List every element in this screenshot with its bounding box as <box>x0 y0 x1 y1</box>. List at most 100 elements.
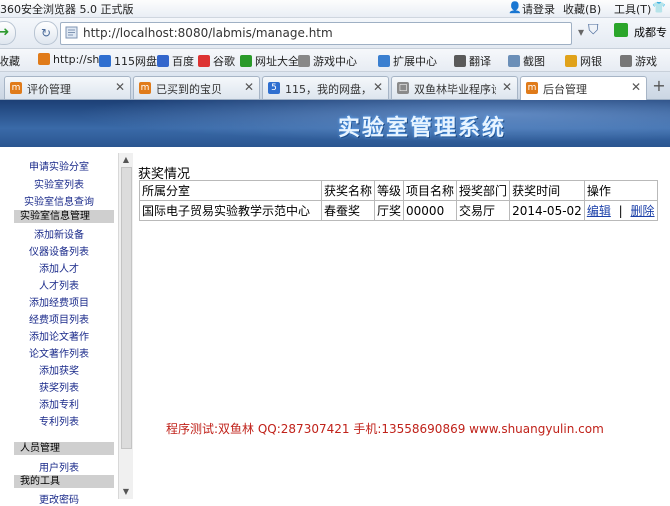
tab-favicon-icon: □ <box>397 82 409 94</box>
section-personnel[interactable]: 人员管理 <box>14 442 114 455</box>
close-icon[interactable]: ✕ <box>244 80 254 94</box>
footer-credit: 程序测试:双鱼林 QQ:287307421 手机:13558690869 www… <box>166 422 604 436</box>
dropdown-icon[interactable]: ▾ <box>578 25 584 39</box>
page-banner: 实验室管理系统 <box>0 100 670 147</box>
delete-link[interactable]: 删除 <box>631 204 655 218</box>
bookmark-icon <box>240 55 252 67</box>
games-button[interactable]: 游戏 <box>620 53 657 69</box>
tab-admin[interactable]: m 后台管理 ✕ <box>520 76 647 100</box>
nav-add-talent[interactable]: 添加人才 <box>0 260 118 275</box>
bookmark-icon <box>157 55 169 67</box>
login-link[interactable]: 请登录 <box>522 1 555 17</box>
user-icon[interactable]: 👤 <box>508 1 522 14</box>
bookmark-sh[interactable]: http://sh <box>38 53 99 66</box>
banner-glow <box>0 100 670 147</box>
url-text: http://localhost:8080/labmis/manage.htm <box>83 26 333 40</box>
scissors-icon <box>508 55 520 67</box>
column-header: 项目名称 <box>403 180 458 201</box>
bookmark-label: http://sh <box>53 53 100 66</box>
nav-apply-lab[interactable]: 申请实验分室 <box>0 158 118 173</box>
bookmark-label: 网址大全 <box>255 55 299 68</box>
tab-bar: m 评价管理 ✕ m 已买到的宝贝 ✕ 5 115，我的网盘，... ✕ □ 双… <box>0 72 670 100</box>
translate-icon <box>454 55 466 67</box>
bookmarks-bar: 收藏 http://sh 115网盘 百度 谷歌 网址大全 游戏中心 扩展中心 … <box>0 49 670 72</box>
nav-add-paper[interactable]: 添加论文著作 <box>0 328 118 343</box>
column-header: 获奖名称 <box>320 180 376 201</box>
bookmark-115[interactable]: 115网盘 <box>99 53 157 69</box>
nav-add-patent[interactable]: 添加专利 <box>0 396 118 411</box>
browser-title-bar: 360安全浏览器 5.0 正式版 👤 请登录 收藏(B) 工具(T) 👕 <box>0 0 670 18</box>
menu-favorites[interactable]: 收藏(B) <box>563 1 601 17</box>
page-icon <box>65 26 78 39</box>
bookmark-hao[interactable]: 网址大全 <box>240 53 299 69</box>
column-header: 等级 <box>374 180 405 201</box>
nav-lab-list[interactable]: 实验室列表 <box>0 176 118 191</box>
nav-change-password[interactable]: 更改密码 <box>0 491 118 506</box>
bookmark-label: 谷歌 <box>213 55 235 68</box>
awards-table: 所属分室 获奖名称 等级 项目名称 授奖部门 获奖时间 操作 国际电子贸易实验教… <box>139 180 658 221</box>
bookmark-icon <box>99 55 111 67</box>
tab-favicon-icon: m <box>526 82 538 94</box>
close-icon[interactable]: ✕ <box>631 80 641 94</box>
nav-talent-list[interactable]: 人才列表 <box>0 277 118 292</box>
tab-label: 115，我的网盘，... <box>285 83 367 96</box>
sidebar: 申请实验分室 实验室列表 实验室信息查询 实验室信息管理 添加新设备 仪器设备列… <box>0 147 133 506</box>
nav-award-list[interactable]: 获奖列表 <box>0 379 118 394</box>
scrollbar-thumb[interactable] <box>121 167 132 449</box>
browser-title: 360安全浏览器 5.0 正式版 <box>0 3 134 16</box>
scroll-up-icon[interactable]: ▲ <box>121 155 131 165</box>
shield-icon[interactable]: ⛉ <box>588 22 606 42</box>
cell-department: 交易厅 <box>456 200 511 221</box>
section-lab-info[interactable]: 实验室信息管理 <box>14 210 114 223</box>
scroll-down-icon[interactable]: ▼ <box>121 487 131 497</box>
nav-device-list[interactable]: 仪器设备列表 <box>0 243 118 258</box>
tab-evaluation[interactable]: m 评价管理 ✕ <box>4 76 131 99</box>
bookmark-label: 游戏中心 <box>313 55 357 68</box>
refresh-button[interactable]: ↻ <box>34 21 58 45</box>
cell-actions: 编辑 | 删除 <box>583 200 658 221</box>
nav-paper-list[interactable]: 论文著作列表 <box>0 345 118 360</box>
table-row: 国际电子贸易实验教学示范中心 春蚕奖 厅奖 00000 交易厅 2014-05-… <box>139 200 658 221</box>
section-my-tools[interactable]: 我的工具 <box>14 475 114 488</box>
close-icon[interactable]: ✕ <box>502 80 512 94</box>
bookmark-label: 扩展中心 <box>393 55 437 68</box>
tab-shuangyulin[interactable]: □ 双鱼林毕业程序设... ✕ <box>391 76 518 99</box>
cell-date: 2014-05-02 <box>509 200 585 221</box>
bank-icon <box>565 55 577 67</box>
close-icon[interactable]: ✕ <box>373 80 383 94</box>
address-toolbar: ➜ ↻ http://localhost:8080/labmis/manage.… <box>0 18 670 49</box>
search-engine-icon[interactable] <box>614 23 628 37</box>
nav-add-device[interactable]: 添加新设备 <box>0 226 118 241</box>
nav-patent-list[interactable]: 专利列表 <box>0 413 118 428</box>
screenshot-button[interactable]: 截图 <box>508 53 545 69</box>
edit-link[interactable]: 编辑 <box>587 204 611 218</box>
tab-purchased[interactable]: m 已买到的宝贝 ✕ <box>133 76 260 99</box>
nav-add-award[interactable]: 添加获奖 <box>0 362 118 377</box>
cell-lab: 国际电子贸易实验教学示范中心 <box>139 200 322 221</box>
nav-user-list[interactable]: 用户列表 <box>0 459 118 474</box>
translate-button[interactable]: 翻译 <box>454 53 491 69</box>
column-header: 授奖部门 <box>456 180 511 201</box>
menu-tools[interactable]: 工具(T) <box>614 1 651 17</box>
close-icon[interactable]: ✕ <box>115 80 125 94</box>
bookmark-label: 百度 <box>172 55 194 68</box>
forward-button[interactable]: ➜ <box>0 21 16 45</box>
gamepad-icon <box>298 55 310 67</box>
extension-center[interactable]: 扩展中心 <box>378 53 437 69</box>
bookmark-label: 网银 <box>580 55 602 68</box>
bookmark-games-center[interactable]: 游戏中心 <box>298 53 357 69</box>
bookmark-favorites[interactable]: 收藏 <box>0 53 20 69</box>
url-input[interactable]: http://localhost:8080/labmis/manage.htm <box>60 22 572 45</box>
nav-add-funding[interactable]: 添加经费项目 <box>0 294 118 309</box>
tab-favicon-icon: 5 <box>268 82 280 94</box>
sidebar-scrollbar[interactable]: ▲ ▼ <box>118 153 133 499</box>
ebank-button[interactable]: 网银 <box>565 53 602 69</box>
shirt-icon[interactable]: 👕 <box>652 1 666 14</box>
nav-funding-list[interactable]: 经费项目列表 <box>0 311 118 326</box>
nav-lab-query[interactable]: 实验室信息查询 <box>0 193 118 208</box>
bookmark-google[interactable]: 谷歌 <box>198 53 235 69</box>
user-location[interactable]: 成都专 <box>634 24 667 40</box>
bookmark-baidu[interactable]: 百度 <box>157 53 194 69</box>
new-tab-button[interactable]: + <box>650 76 668 96</box>
tab-115[interactable]: 5 115，我的网盘，... ✕ <box>262 76 389 99</box>
